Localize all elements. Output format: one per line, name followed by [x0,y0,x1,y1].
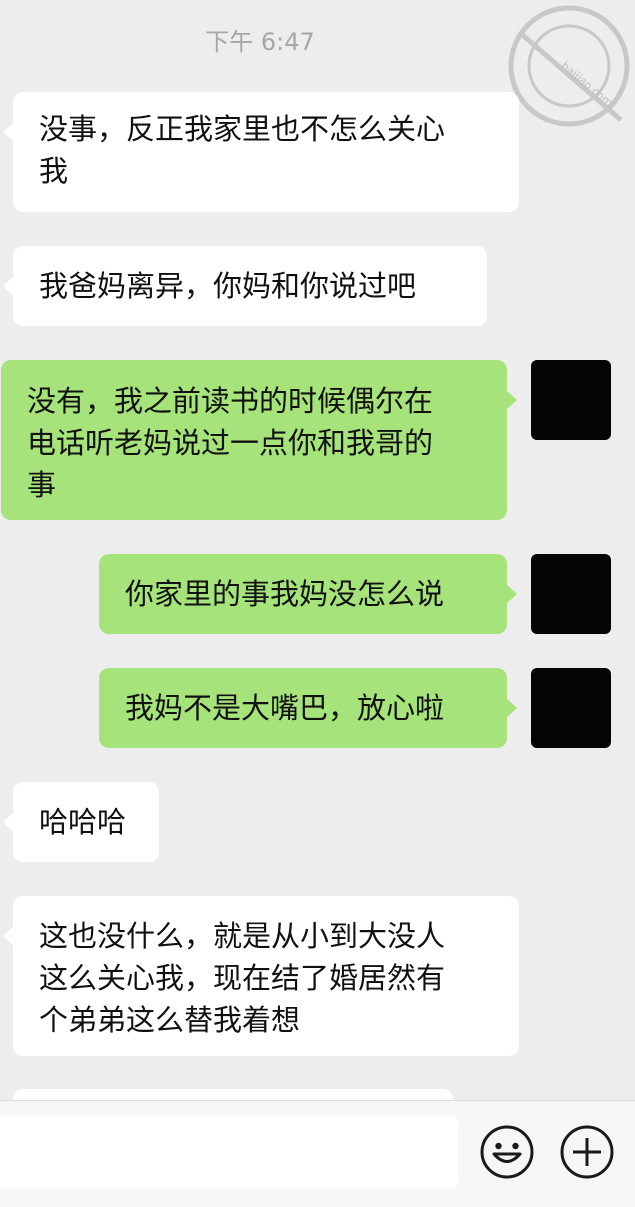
message-input[interactable] [0,1115,458,1189]
avatar[interactable] [531,554,611,634]
message-bubble-outgoing[interactable]: 没有，我之前读书的时候偶尔在 电话听老妈说过一点你和我哥的 事 [1,360,507,520]
emoji-icon[interactable] [479,1124,535,1180]
message-bubble-incoming[interactable]: 我爸妈离异，你妈和你说过吧 [13,246,487,326]
message-bubble-incoming[interactable]: 哈哈哈 [13,782,159,862]
bubble-tail [3,277,13,295]
input-bar [0,1100,635,1207]
message-bubble-outgoing[interactable]: 你家里的事我妈没怎么说 [99,554,507,634]
message-bubble-outgoing[interactable]: 我妈不是大嘴巴，放心啦 [99,668,507,748]
chat-timestamp: 下午 6:47 [205,28,315,56]
bubble-tail [3,123,13,141]
message-bubble-incoming[interactable]: 没事，反正我家里也不怎么关心 我 [13,92,519,212]
plus-icon[interactable] [559,1124,615,1180]
message-bubble-incoming[interactable]: 这也没什么，就是从小到大没人 这么关心我，现在结了婚居然有 个弟弟这么替我着想 [13,896,519,1056]
avatar[interactable] [531,360,611,440]
bubble-tail [507,391,517,409]
bubble-tail [507,585,517,603]
bubble-tail [3,927,13,945]
watermark-logo: haijiao.com [508,5,630,127]
avatar[interactable] [531,668,611,748]
bubble-tail [3,813,13,831]
bubble-tail [507,699,517,717]
